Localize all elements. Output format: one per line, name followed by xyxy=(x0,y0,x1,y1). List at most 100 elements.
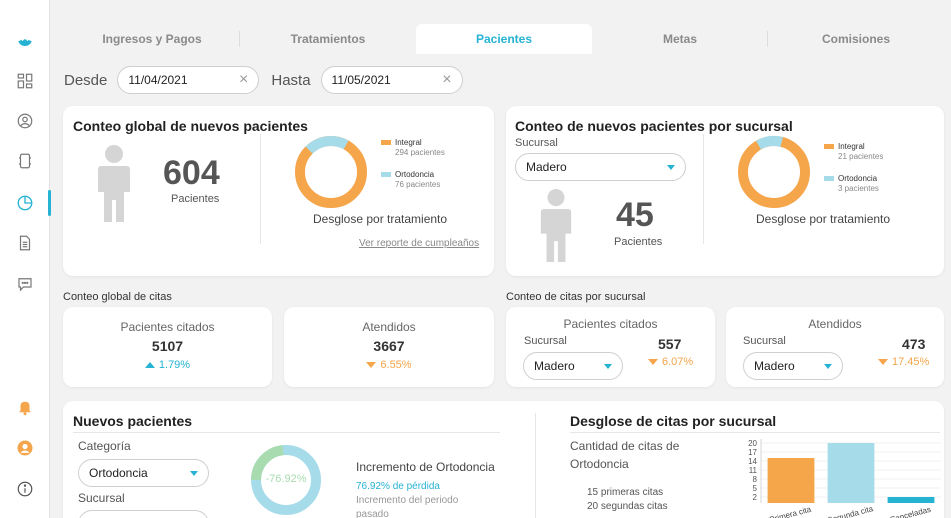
arrow-up-icon xyxy=(144,362,155,368)
user-icon[interactable] xyxy=(14,110,36,132)
branch-attended-value: 473 xyxy=(902,336,926,352)
legend-integral: Integral 21 pacientes xyxy=(824,142,883,161)
tab-comisiones[interactable]: Comisiones xyxy=(768,24,944,54)
chevron-down-icon xyxy=(190,470,198,476)
donut-integral-segment xyxy=(738,136,810,208)
divider xyxy=(535,413,536,518)
appt-subtitle-1: Cantidad de citas de xyxy=(570,439,680,453)
branch-cited-select[interactable]: Madero xyxy=(523,352,623,380)
branch-attended-card: Atendidos Sucursal Madero 473 17.45% xyxy=(726,307,944,387)
category-select[interactable]: Ortodoncia xyxy=(78,459,209,487)
branch-cited-value: 557 xyxy=(658,336,682,352)
tab-pacientes[interactable]: Pacientes xyxy=(416,24,592,54)
dashboard-icon[interactable] xyxy=(14,70,36,92)
tooth-icon[interactable] xyxy=(14,150,36,172)
from-date-input[interactable]: 11/04/2021 × xyxy=(117,66,260,94)
global-cited-pct: 1.79% xyxy=(158,359,191,371)
loss-text: 76.92% de pérdida xyxy=(356,481,440,492)
legend-integral-sub: 294 pacientes xyxy=(395,148,445,157)
global-attended-title: Atendidos xyxy=(362,320,416,334)
legend-ortodoncia-sub: 3 pacientes xyxy=(838,184,879,193)
branch-label: Sucursal xyxy=(78,491,125,505)
y-tick-label: 2 xyxy=(753,493,758,502)
donut-caption: Desglose por tratamiento xyxy=(756,212,891,226)
clear-to-icon[interactable]: × xyxy=(442,71,451,89)
legend-integral-label: Integral xyxy=(838,142,865,151)
legend-ortodoncia: Ortodoncia 3 pacientes xyxy=(824,174,879,193)
person-icon xyxy=(98,145,130,222)
tab-tratamientos[interactable]: Tratamientos xyxy=(240,24,416,54)
chat-icon[interactable] xyxy=(14,273,36,295)
global-new-title: Conteo global de nuevos pacientes xyxy=(73,118,308,134)
y-tick-label: 5 xyxy=(753,484,758,493)
person-icon xyxy=(540,189,572,262)
x-tick-label: Segunda cita xyxy=(827,504,875,518)
y-tick-label: 14 xyxy=(748,457,757,466)
branch-attended-select[interactable]: Madero xyxy=(743,352,843,380)
category-select-value: Ortodoncia xyxy=(89,466,148,480)
branch-attended-title: Atendidos xyxy=(808,317,862,331)
increment-title: Incremento de Ortodoncia xyxy=(356,460,495,474)
clear-from-icon[interactable]: × xyxy=(239,71,248,89)
legend-swatch-blue xyxy=(381,172,391,178)
legend-integral-label: Integral xyxy=(395,138,422,147)
branch-cited-pct: 6.07% xyxy=(662,356,694,368)
main-content: Ingresos y Pagos Tratamientos Pacientes … xyxy=(50,0,951,518)
global-appts-section-label: Conteo global de citas xyxy=(63,291,172,303)
global-attended-change: 6.55% xyxy=(284,359,494,371)
branch-cited-branch-label: Sucursal xyxy=(524,335,567,347)
category-label: Categoría xyxy=(78,439,131,453)
divider xyxy=(703,134,704,244)
donut-caption: Desglose por tratamiento xyxy=(313,212,448,226)
branch-attended-change: 17.45% xyxy=(878,356,929,368)
branch-cited-change: 6.07% xyxy=(648,356,693,368)
birthday-report-link[interactable]: Ver reporte de cumpleaños xyxy=(359,238,479,249)
profile-avatar-icon[interactable] xyxy=(14,437,36,459)
branch-new-count: 45 xyxy=(616,196,654,234)
y-tick-label: 20 xyxy=(748,439,757,448)
branch-select[interactable]: Madero xyxy=(515,153,686,181)
global-new-count: 604 xyxy=(163,154,220,192)
logo-icon[interactable] xyxy=(14,32,36,54)
new-patients-title: Nuevos pacientes xyxy=(73,413,193,429)
donut-integral-segment xyxy=(295,136,367,208)
global-cited-card: Pacientes citados 5107 1.79% xyxy=(63,307,272,387)
branch-new-count-label: Pacientes xyxy=(614,236,663,248)
info-icon[interactable] xyxy=(14,478,36,500)
branch-select[interactable] xyxy=(78,510,209,518)
document-icon[interactable] xyxy=(14,232,36,254)
arrow-down-icon xyxy=(648,359,658,365)
sidebar xyxy=(0,0,51,518)
legend-integral: Integral 294 pacientes xyxy=(381,138,445,157)
tab-ingresos[interactable]: Ingresos y Pagos xyxy=(64,24,240,54)
branch-new-patients-card: Conteo de nuevos pacientes por sucursal … xyxy=(506,106,944,276)
branch-attended-pct: 17.45% xyxy=(892,356,930,368)
from-date-value: 11/04/2021 xyxy=(128,73,188,87)
global-attended-pct: 6.55% xyxy=(380,359,412,371)
appt-line-1: 15 primeras citas xyxy=(587,487,664,498)
branch-appts-section-label: Conteo de citas por sucursal xyxy=(506,291,646,303)
branch-cited-title: Pacientes citados xyxy=(563,317,658,331)
tab-metas[interactable]: Metas xyxy=(592,24,768,54)
report-tabs: Ingresos y Pagos Tratamientos Pacientes … xyxy=(64,24,944,54)
appt-breakdown-title: Desglose de citas por sucursal xyxy=(570,413,777,429)
appt-subtitle-2: Ortodoncia xyxy=(570,457,629,471)
bar-0 xyxy=(767,458,815,503)
to-label: Hasta xyxy=(271,71,311,89)
global-cited-change: 1.79% xyxy=(63,359,272,371)
to-date-input[interactable]: 11/05/2021 × xyxy=(320,66,463,94)
legend-ortodoncia-label: Ortodoncia xyxy=(838,174,878,183)
global-attended-card: Atendidos 3667 6.55% xyxy=(284,307,494,387)
y-tick-label: 11 xyxy=(749,466,758,475)
reports-chart-icon[interactable] xyxy=(14,192,36,214)
bottom-card: Nuevos pacientes Categoría Ortodoncia Su… xyxy=(63,401,944,518)
branch-label: Sucursal xyxy=(515,137,558,149)
legend-integral-sub: 21 pacientes xyxy=(838,152,884,161)
period-text-1: Incremento del periodo xyxy=(356,495,459,506)
global-attended-value: 3667 xyxy=(373,338,405,354)
bell-icon[interactable] xyxy=(14,396,36,418)
to-date-value: 11/05/2021 xyxy=(331,73,391,87)
legend-swatch-orange xyxy=(824,144,834,150)
x-tick-label: Canceladas xyxy=(889,505,932,518)
arrow-down-icon xyxy=(878,359,888,365)
